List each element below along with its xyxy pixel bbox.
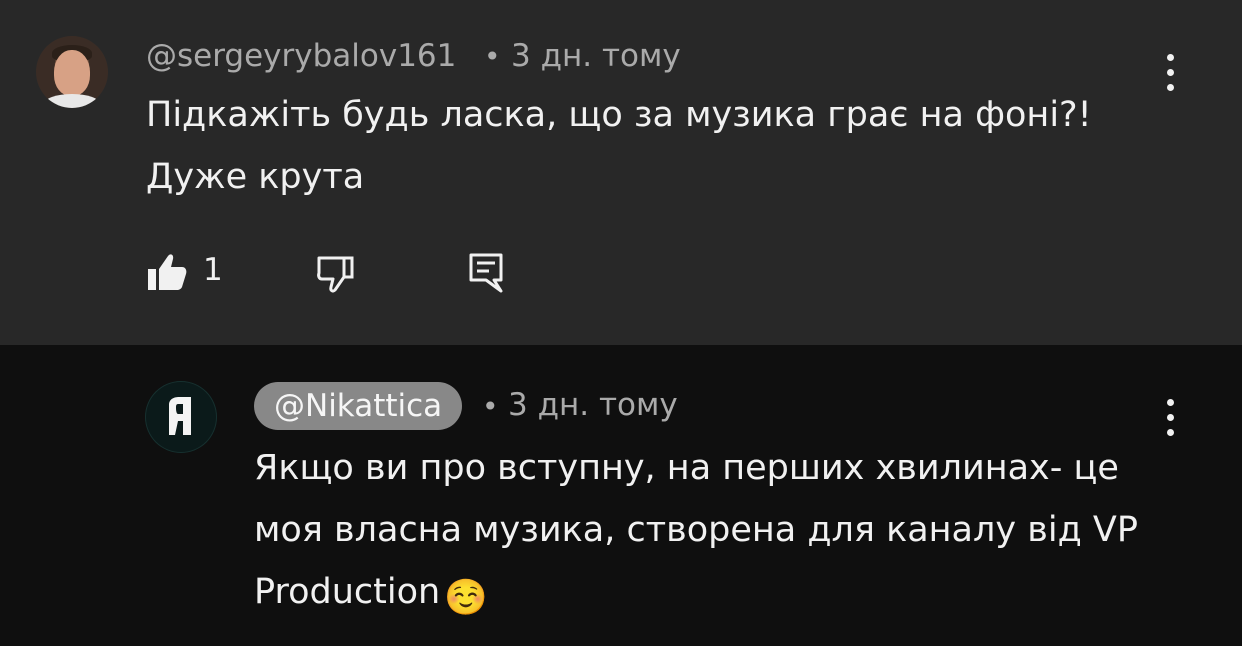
reply-time: 3 дн. тому bbox=[508, 387, 678, 423]
meta-separator: • bbox=[482, 390, 499, 423]
reply-text: Якщо ви про вступну, на перших хвилинах-… bbox=[254, 437, 1194, 629]
more-vertical-icon[interactable] bbox=[1160, 397, 1180, 441]
thumbs-up-icon bbox=[148, 254, 187, 290]
comments-page: @sergeyrybalov161 • 3 дн. тому Підкажіть… bbox=[0, 0, 1242, 646]
reply-icon bbox=[469, 253, 503, 293]
like-button[interactable] bbox=[146, 252, 190, 292]
more-vertical-icon[interactable] bbox=[1160, 52, 1180, 96]
comment-time: 3 дн. тому bbox=[511, 38, 681, 74]
avatar[interactable] bbox=[36, 36, 108, 108]
comment: @sergeyrybalov161 • 3 дн. тому Підкажіть… bbox=[0, 0, 1242, 345]
dislike-button[interactable] bbox=[316, 254, 356, 294]
like-count: 1 bbox=[203, 252, 223, 288]
avatar[interactable] bbox=[145, 381, 217, 453]
reply-button[interactable] bbox=[468, 252, 504, 294]
reply-text-body: Якщо ви про вступну, на перших хвилинах-… bbox=[254, 448, 1138, 612]
channel-logo-icon bbox=[169, 397, 191, 435]
comment-text: Підкажіть будь ласка, що за музика грає … bbox=[146, 95, 1092, 197]
avatar-shirt bbox=[44, 94, 100, 108]
smiling-face-emoji: ☺️ bbox=[444, 578, 488, 618]
avatar-face bbox=[54, 50, 90, 96]
comment-author[interactable]: @sergeyrybalov161 bbox=[146, 38, 456, 74]
author-chip[interactable]: @Nikattica bbox=[254, 382, 463, 430]
reply-comment: @Nikattica • 3 дн. тому Якщо ви про всту… bbox=[0, 345, 1242, 646]
meta-separator: • bbox=[484, 40, 501, 73]
thumbs-down-icon bbox=[317, 256, 354, 293]
